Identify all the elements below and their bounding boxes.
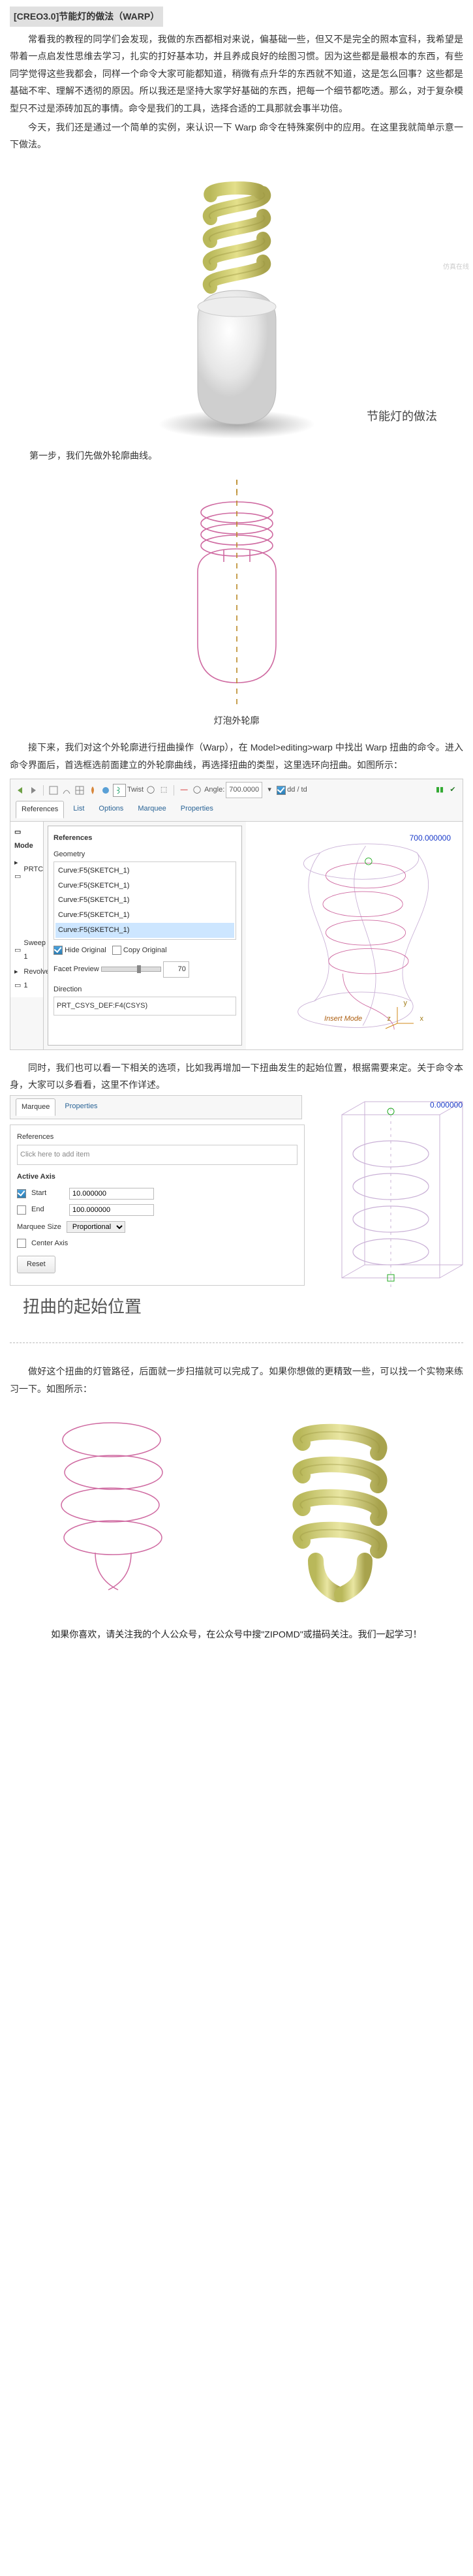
nav-back-icon[interactable] (14, 784, 26, 796)
tool-grid-icon[interactable] (74, 784, 85, 796)
tree-header: Mode (14, 842, 33, 850)
ref-row: Curve:F5(SKETCH_1) (55, 878, 234, 893)
angle-dropdown-icon[interactable]: ▾ (264, 784, 275, 796)
warp-toolbar: Twist ◯ ⬚ — ◯ Angle: 700.0000 ▾ dd / td … (10, 779, 463, 798)
reset-button[interactable]: Reset (17, 1256, 55, 1273)
circle-axis-icon[interactable]: ◯ (191, 784, 203, 796)
tool-box-icon[interactable] (48, 784, 59, 796)
ref-row: Curve:F5(SKETCH_1) (55, 893, 234, 908)
active-axis-label: Active Axis (17, 1170, 298, 1184)
angle-input[interactable]: 700.0000 (226, 782, 262, 798)
twist-label: Twist (127, 783, 144, 797)
tab-options[interactable]: Options (93, 801, 129, 818)
geometry-selection-list[interactable]: Curve:F5(SKETCH_1) Curve:F5(SKETCH_1) Cu… (53, 861, 236, 940)
tab-marquee2[interactable]: Marquee (16, 1098, 55, 1116)
intro-paragraph-2: 今天，我们还是通过一个简单的实例，来认识一下 Warp 命令在特殊案例中的应用。… (10, 119, 463, 153)
figure-outline-sketch (10, 471, 463, 706)
marquee-panel: References Click here to add item Active… (10, 1125, 305, 1286)
references-label: References (17, 1130, 298, 1144)
page-title: [CREO3.0]节能灯的做法（WARP） (10, 7, 163, 27)
paragraph-warp-instruction: 接下来，我们对这个外轮廓进行扭曲操作（Warp），在 Model>editing… (10, 739, 463, 773)
ok-icon[interactable]: ▮▮ (434, 784, 446, 796)
warp-subtabs: References List Options Marquee Properti… (10, 798, 463, 822)
divider (10, 1342, 463, 1343)
tab-properties[interactable]: Properties (175, 801, 219, 818)
copy-original-label: Copy Original (123, 946, 167, 954)
dd-checkbox[interactable] (277, 786, 286, 795)
fig1-caption: 节能灯的做法 (367, 405, 437, 427)
figure-lamp-render: 节能灯的做法 (10, 160, 463, 441)
facet-value[interactable]: 70 (163, 961, 189, 978)
paragraph-options: 同时，我们也可以看一下相关的选项，比如我再增加一下扭曲发生的起始位置，根据需要来… (10, 1059, 463, 1094)
dimension-value-2: 0.000000 (430, 1098, 463, 1113)
axis-x: x (420, 1012, 424, 1026)
end-label: End (31, 1203, 64, 1217)
watermark: 仿真在线 (443, 261, 469, 273)
ref-row: Curve:F5(SKETCH_1) (55, 908, 234, 923)
references-panel: References Geometry Curve:F5(SKETCH_1) C… (48, 826, 242, 1046)
geometry-label: Geometry (53, 848, 236, 861)
facet-slider[interactable] (101, 967, 161, 972)
warp-command-screenshot: Twist ◯ ⬚ — ◯ Angle: 700.0000 ▾ dd / td … (10, 779, 463, 1049)
twist-preview-2: 0.000000 (313, 1095, 469, 1310)
references-add-field[interactable]: Click here to add item (17, 1145, 298, 1165)
tree-item[interactable]: ▸ ▭ PRTC (14, 856, 39, 884)
marquee-size-select[interactable]: Proportional (67, 1221, 125, 1233)
paragraph-finish: 做好这个扭曲的灯管路径，后面就一步扫描就可以完成了。如果你想做的更精致一些，可以… (10, 1363, 463, 1397)
start-position-caption: 扭曲的起始位置 (23, 1291, 305, 1323)
twist-icon[interactable] (113, 784, 126, 797)
end-input[interactable] (69, 1204, 154, 1216)
tool-flame-icon[interactable] (87, 784, 99, 796)
tab-references[interactable]: References (16, 801, 64, 818)
ref-row: Curve:F5(SKETCH_1) (55, 863, 234, 878)
x-axis-icon[interactable]: — (178, 784, 190, 796)
intro-paragraph-1: 常看我的教程的同学们会发现，我做的东西都相对来说，偏基础一些，但又不是完全的照本… (10, 31, 463, 117)
panel-title: References (53, 831, 236, 845)
hide-original-checkbox[interactable] (53, 946, 63, 955)
tool-sphere-icon[interactable] (100, 784, 112, 796)
hide-original-label: Hide Original (65, 946, 106, 954)
start-checkbox[interactable] (17, 1189, 26, 1198)
direction-field[interactable]: PRT_CSYS_DEF:F4(CSYS) (53, 997, 236, 1016)
warp-preview: 700.000000 x y z Insert Mode (246, 822, 463, 1049)
tool-misc2-icon[interactable]: ⬚ (158, 784, 170, 796)
start-input[interactable] (69, 1188, 154, 1200)
copy-original-checkbox[interactable] (112, 946, 121, 955)
tool-curve-icon[interactable] (61, 784, 72, 796)
center-axis-checkbox[interactable] (17, 1239, 26, 1248)
ref-row: Curve:F5(SKETCH_1) (55, 923, 234, 938)
tab-properties2[interactable]: Properties (59, 1098, 102, 1116)
model-tree: ▭ Mode ▸ ▭ PRTC ▭ Sweep 1 ▸ ▭ Revolve 1 (10, 822, 43, 997)
angle-label: Angle: (204, 783, 224, 797)
tab-list[interactable]: List (68, 801, 89, 818)
start-label: Start (31, 1187, 64, 1200)
marquee-size-label: Marquee Size (17, 1220, 61, 1234)
tab-marquee[interactable]: Marquee (132, 801, 171, 818)
apply-icon[interactable]: ✔ (447, 784, 459, 796)
footer-text: 如果你喜欢，请关注我的个人公众号，在公众号中搜"ZIPOMD"或描码关注。我们一… (10, 1626, 463, 1643)
dd-td-label: dd / td (287, 783, 307, 797)
step1-text: 第一步，我们先做外轮廓曲线。 (29, 447, 463, 465)
direction-label: Direction (53, 983, 236, 997)
center-axis-label: Center Axis (31, 1237, 68, 1250)
tree-item[interactable]: ▸ ▭ Revolve 1 (14, 965, 39, 993)
insert-mode-hint: Insert Mode (324, 1012, 362, 1026)
end-checkbox[interactable] (17, 1205, 26, 1215)
figure-result-pair (10, 1404, 463, 1606)
fig2-caption: 灯泡外轮廓 (10, 712, 463, 730)
tree-item[interactable]: ▭ Sweep 1 (14, 936, 39, 965)
dimension-value: 700.000000 (410, 831, 451, 846)
nav-fwd-icon[interactable] (27, 784, 39, 796)
tool-misc1-icon[interactable]: ◯ (145, 784, 157, 796)
facet-preview-label: Facet Preview (53, 965, 99, 973)
